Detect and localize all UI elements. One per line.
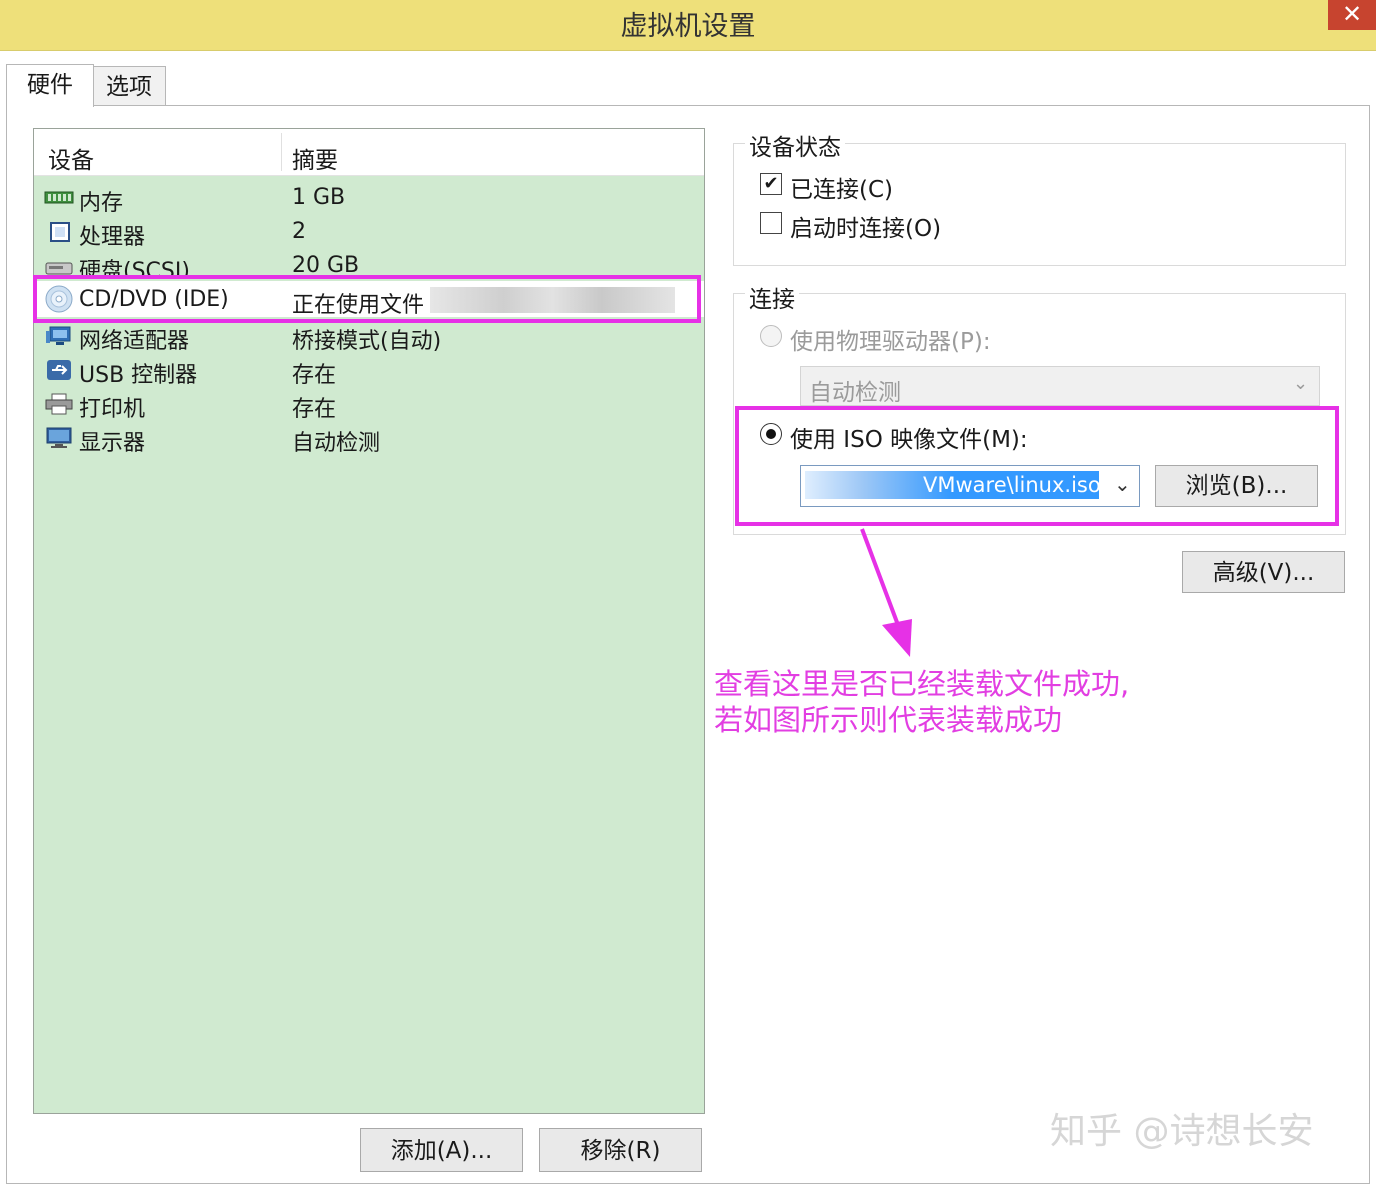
annotation-arrow-icon xyxy=(860,528,912,657)
physical-drive-label[interactable]: 使用物理驱动器(P): xyxy=(790,322,991,356)
device-row-network-adapter[interactable]: 网络适配器 桥接模式(自动) xyxy=(34,319,704,354)
device-summary: 自动检测 xyxy=(292,431,381,456)
annotation-line-2: 若如图所示则代表装载成功 xyxy=(714,703,1063,737)
memory-icon xyxy=(44,191,74,204)
connected-label[interactable]: 已连接(C) xyxy=(790,170,893,204)
physical-drive-radio[interactable] xyxy=(760,325,782,347)
device-summary: 存在 xyxy=(292,363,337,388)
header-summary[interactable]: 摘要 xyxy=(292,141,338,175)
network-adapter-icon xyxy=(46,326,71,345)
remove-button[interactable]: 移除(R) xyxy=(539,1128,702,1172)
watermark: 知乎 @诗想长安 xyxy=(1050,1111,1314,1152)
device-name: 网络适配器 xyxy=(79,329,190,354)
chevron-down-icon: ⌄ xyxy=(1293,373,1309,394)
device-name: 打印机 xyxy=(79,397,146,422)
processor-icon xyxy=(50,222,70,242)
highlight-iso-section xyxy=(735,406,1339,526)
device-row-monitor[interactable]: 显示器 自动检测 xyxy=(34,421,704,456)
device-row-usb-controller[interactable]: USB 控制器 存在 xyxy=(34,353,704,388)
connect-at-power-on-label[interactable]: 启动时连接(O) xyxy=(790,209,941,243)
device-row-printer[interactable]: 打印机 存在 xyxy=(34,387,704,422)
usb-icon xyxy=(47,360,71,380)
connect-at-power-on-checkbox[interactable] xyxy=(760,212,782,234)
device-summary: 桥接模式(自动) xyxy=(292,329,442,354)
device-name: USB 控制器 xyxy=(79,363,198,388)
hard-disk-icon xyxy=(45,262,73,275)
window-title: 虚拟机设置 xyxy=(620,11,756,42)
device-summary: 1 GB xyxy=(292,185,346,210)
device-list-header: 设备 摘要 xyxy=(34,129,704,176)
close-button[interactable]: ✕ xyxy=(1328,0,1376,30)
annotation-line-1: 查看这里是否已经装载文件成功, xyxy=(714,667,1130,701)
advanced-button[interactable]: 高级(V)... xyxy=(1182,551,1345,593)
device-row-processor[interactable]: 处理器 2 xyxy=(34,215,704,250)
device-status-label: 设备状态 xyxy=(745,128,845,162)
add-button[interactable]: 添加(A)... xyxy=(360,1128,523,1172)
device-name: 内存 xyxy=(79,191,124,216)
tab-options[interactable]: 选项 xyxy=(92,66,166,105)
device-name: 处理器 xyxy=(79,225,146,250)
header-device[interactable]: 设备 xyxy=(48,141,94,175)
annotation-note: 查看这里是否已经装载文件成功, 若如图所示则代表装载成功 xyxy=(714,666,1129,738)
device-summary: 2 xyxy=(292,219,306,244)
physical-drive-select[interactable]: 自动检测 ⌄ xyxy=(800,366,1320,406)
header-divider xyxy=(281,133,282,171)
highlight-cd-dvd-row xyxy=(33,275,701,323)
physical-drive-select-value: 自动检测 xyxy=(809,380,901,406)
device-name: 显示器 xyxy=(79,431,146,456)
device-row-memory[interactable]: 内存 1 GB xyxy=(34,181,704,216)
connection-label: 连接 xyxy=(745,280,799,314)
tab-hardware[interactable]: 硬件 xyxy=(6,64,94,107)
connected-checkbox[interactable]: ✔ xyxy=(760,173,782,195)
printer-icon xyxy=(45,393,73,415)
device-summary: 存在 xyxy=(292,397,337,422)
monitor-icon xyxy=(46,427,72,448)
